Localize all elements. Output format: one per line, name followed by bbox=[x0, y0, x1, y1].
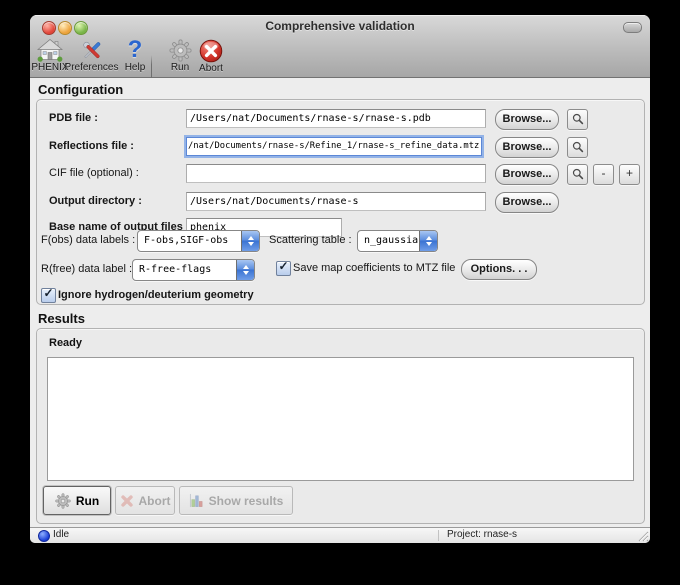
toolbar-help-label: Help bbox=[120, 62, 150, 73]
run-button-label: Run bbox=[76, 494, 99, 508]
stepper-arrows-icon bbox=[419, 231, 437, 251]
toolbar-toggle-button[interactable] bbox=[623, 22, 642, 33]
titlebar[interactable]: Comprehensive validation bbox=[30, 15, 650, 37]
toolbar-preferences-label: Preferences bbox=[63, 62, 120, 73]
scattering-label: Scattering table : bbox=[269, 231, 352, 250]
bar-chart-icon bbox=[189, 493, 204, 508]
run-button[interactable]: Run bbox=[43, 486, 111, 515]
resize-grip[interactable] bbox=[637, 530, 649, 542]
results-panel: Ready Run Abort Show results bbox=[36, 328, 645, 524]
window-chrome: Comprehensive validation PHENIX Preferen… bbox=[30, 15, 650, 78]
house-icon bbox=[37, 38, 63, 63]
statusbar: Idle Project: rnase-s bbox=[30, 527, 650, 543]
pdb-browse-button[interactable]: Browse... bbox=[495, 109, 559, 130]
cif-remove-button[interactable]: - bbox=[593, 164, 614, 185]
ignore-hydrogen-label: Ignore hydrogen/deuterium geometry bbox=[58, 287, 254, 304]
fobs-popup[interactable]: F-obs,SIGF-obs bbox=[137, 230, 260, 252]
toolbar-preferences-button[interactable]: Preferences bbox=[63, 37, 120, 75]
magnifier-icon bbox=[572, 168, 584, 180]
main-content: Configuration PDB file : /Users/nat/Docu… bbox=[30, 78, 650, 528]
rfree-popup-value: R-free-flags bbox=[133, 260, 236, 280]
stepper-arrows-icon bbox=[236, 260, 254, 280]
pdb-search-button[interactable] bbox=[567, 109, 588, 130]
toolbar-abort-label: Abort bbox=[190, 63, 232, 74]
output-directory-input[interactable]: /Users/nat/Documents/rnase-s bbox=[186, 192, 486, 211]
status-text: Idle bbox=[53, 529, 69, 540]
project-label: Project: rnase-s bbox=[447, 529, 517, 540]
results-header: Results bbox=[38, 311, 85, 326]
cif-browse-button[interactable]: Browse... bbox=[495, 164, 559, 185]
cif-file-input[interactable] bbox=[186, 164, 486, 183]
show-results-button[interactable]: Show results bbox=[179, 486, 293, 515]
app-window: Comprehensive validation PHENIX Preferen… bbox=[30, 15, 650, 543]
rfree-popup[interactable]: R-free-flags bbox=[132, 259, 255, 281]
magnifier-icon bbox=[572, 141, 584, 153]
save-map-checkbox[interactable]: ✓ bbox=[276, 261, 291, 276]
fobs-label: F(obs) data labels : bbox=[41, 231, 135, 250]
cif-add-button[interactable]: + bbox=[619, 164, 640, 185]
scattering-popup[interactable]: n_gaussian bbox=[357, 230, 438, 252]
reflections-file-label: Reflections file : bbox=[49, 137, 134, 156]
toolbar-help-button[interactable]: ? Help bbox=[120, 37, 150, 75]
output-directory-label: Output directory : bbox=[49, 192, 142, 211]
results-output[interactable] bbox=[47, 357, 634, 481]
save-map-label: Save map coefficients to MTZ file bbox=[293, 260, 455, 277]
output-browse-button[interactable]: Browse... bbox=[495, 192, 559, 213]
reflections-file-input[interactable]: /nat/Documents/rnase-s/Refine_1/rnase-s_… bbox=[186, 137, 482, 156]
checkmark-icon: ✓ bbox=[42, 287, 55, 299]
gear-icon bbox=[169, 38, 192, 63]
abort-button[interactable]: Abort bbox=[115, 486, 175, 515]
question-mark-icon: ? bbox=[122, 38, 148, 63]
status-indicator-icon bbox=[38, 530, 50, 542]
toolbar: PHENIX Preferences ? Help Run Abort bbox=[30, 37, 650, 77]
abort-button-label: Abort bbox=[139, 494, 171, 508]
toolbar-abort-button[interactable]: Abort bbox=[190, 37, 232, 75]
pdb-file-input[interactable]: /Users/nat/Documents/rnase-s/rnase-s.pdb bbox=[186, 109, 486, 128]
desktop: Comprehensive validation PHENIX Preferen… bbox=[0, 0, 680, 585]
results-status-text: Ready bbox=[49, 337, 82, 349]
window-title: Comprehensive validation bbox=[30, 19, 650, 33]
rfree-label: R(free) data label : bbox=[41, 260, 132, 279]
gear-icon bbox=[55, 493, 71, 509]
statusbar-divider bbox=[438, 530, 439, 541]
ignore-hydrogen-checkbox[interactable]: ✓ bbox=[41, 288, 56, 303]
fobs-popup-value: F-obs,SIGF-obs bbox=[138, 231, 241, 251]
configuration-panel: PDB file : /Users/nat/Documents/rnase-s/… bbox=[36, 99, 645, 305]
configuration-header: Configuration bbox=[38, 82, 123, 97]
cif-search-button[interactable] bbox=[567, 164, 588, 185]
cif-file-label: CIF file (optional) : bbox=[49, 164, 139, 183]
reflections-search-button[interactable] bbox=[567, 137, 588, 158]
pdb-file-label: PDB file : bbox=[49, 109, 98, 128]
reflections-browse-button[interactable]: Browse... bbox=[495, 137, 559, 158]
magnifier-icon bbox=[572, 113, 584, 125]
scattering-popup-value: n_gaussian bbox=[358, 231, 419, 251]
red-x-icon bbox=[199, 38, 223, 64]
red-x-icon bbox=[120, 494, 134, 508]
crossed-tools-icon bbox=[79, 38, 105, 63]
show-results-button-label: Show results bbox=[209, 494, 284, 508]
stepper-arrows-icon bbox=[241, 231, 259, 251]
checkmark-icon: ✓ bbox=[277, 260, 290, 272]
options-button[interactable]: Options. . . bbox=[461, 259, 537, 280]
